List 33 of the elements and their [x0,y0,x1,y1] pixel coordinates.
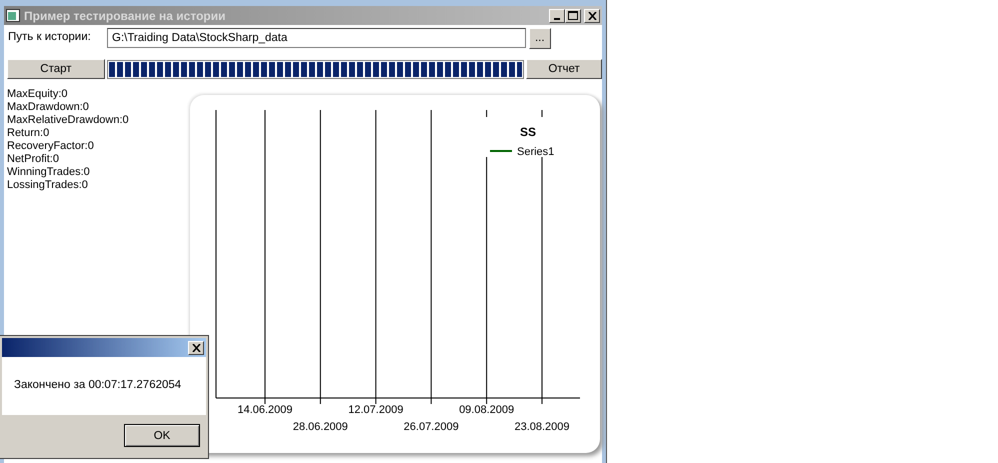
close-button[interactable] [584,8,600,22]
maximize-button[interactable] [565,8,582,22]
stat-line: Return:0 [7,127,50,140]
close-icon [588,12,596,20]
axis-label: 23.08.2009 [514,421,570,433]
path-field[interactable]: G:\Traiding Data\StockSharp_data [107,28,526,48]
report-button[interactable]: Отчет [526,59,602,79]
stat-line: LossingTrades:0 [7,179,88,192]
window-icon [6,9,20,22]
path-label: Путь к истории: [8,30,92,46]
minimize-button[interactable] [549,8,566,22]
axis-label: 26.07.2009 [404,421,459,433]
stat-line: RecoveryFactor:0 [7,140,94,153]
legend-label: Series1 [517,146,554,158]
stat-line: MaxRelativeDrawdown:0 [7,114,129,127]
ok-button[interactable]: OK [124,424,200,447]
axis-label: 14.06.2009 [237,404,293,416]
browse-button[interactable]: ... [528,28,551,48]
window-title: Пример тестирование на истории [24,8,226,24]
close-button[interactable] [188,340,204,354]
axis-label: 28.06.2009 [292,421,348,433]
start-button[interactable]: Старт [7,59,105,79]
dialog-message: Закончено за 00:07:17.2762054 [14,378,182,394]
close-icon [192,344,200,352]
stat-line: WinningTrades:0 [7,166,90,179]
stat-line: MaxEquity:0 [7,88,68,101]
minimize-icon [554,18,560,20]
axis-label: 09.08.2009 [459,404,514,416]
stat-line: MaxDrawdown:0 [7,101,89,114]
stat-line: NetProfit:0 [7,153,59,166]
axis-label: 12.07.2009 [348,404,404,416]
legend-title: SS [520,125,536,139]
maximize-icon [568,11,578,20]
